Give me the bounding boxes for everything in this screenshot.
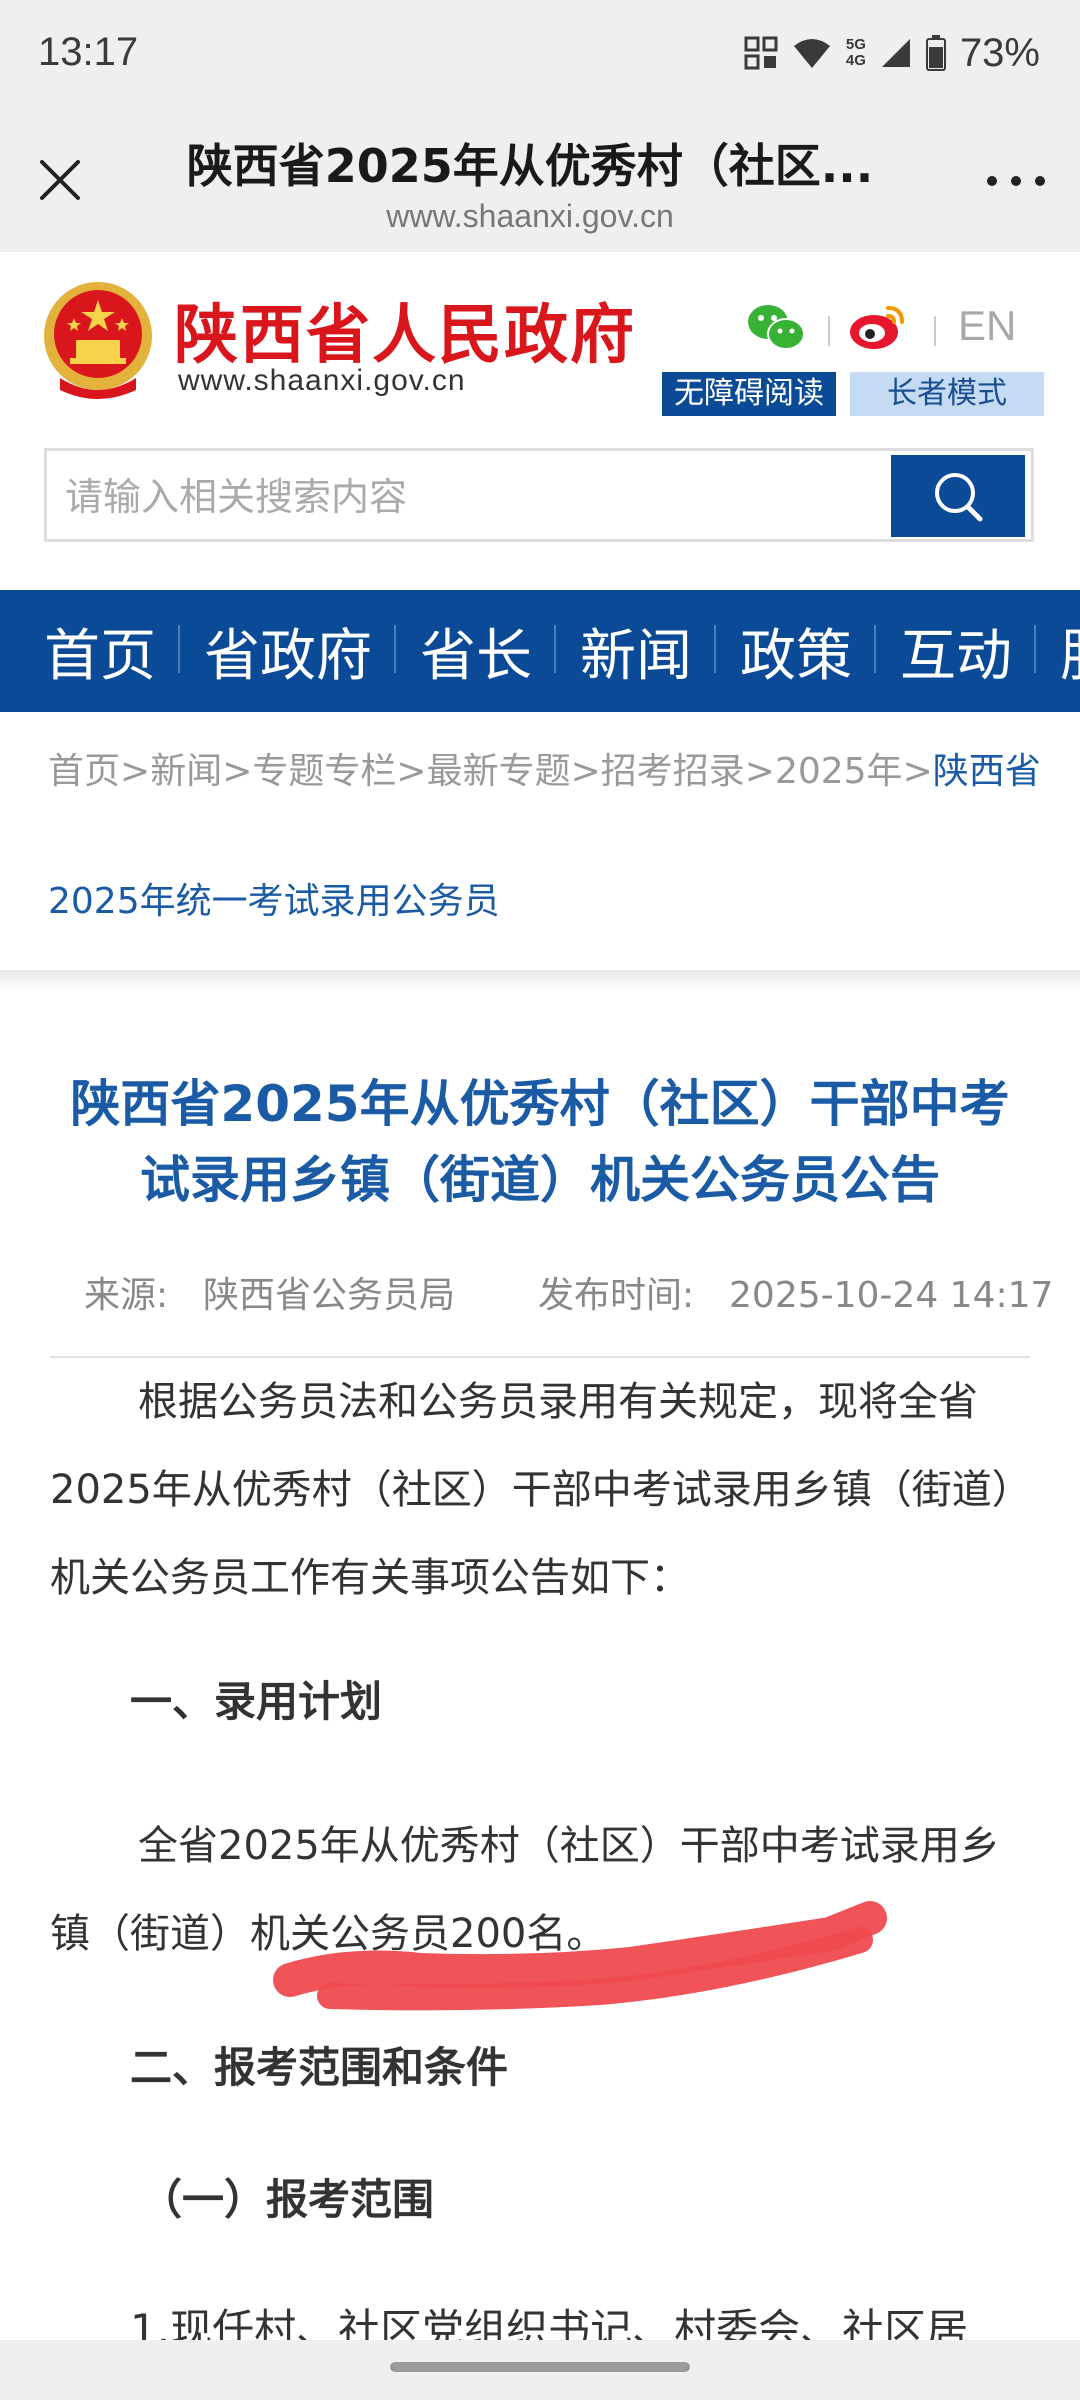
breadcrumb-item-year[interactable]: 2025年 (775, 751, 903, 792)
breadcrumb-item-news[interactable]: 新闻 (150, 751, 222, 792)
battery-percent: 73% (959, 30, 1040, 75)
navigation-gesture-area (0, 2340, 1080, 2400)
nav-item-home[interactable]: 首页 (44, 611, 180, 692)
breadcrumb-item-recruitment[interactable]: 招考招录 (601, 751, 745, 792)
article-paragraph: 根据公务员法和公务员录用有关规定，现将全省2025年从优秀村（社区）干部中考试录… (50, 1379, 1012, 1601)
status-bar: 13:17 5G 4G 73% (0, 0, 1080, 110)
nav-item-government[interactable]: 省政府 (204, 611, 396, 692)
page-title: 陕西省2025年从优秀村（社区... (186, 139, 874, 193)
published-time: 2025-10-24 14:17 (729, 1275, 1054, 1316)
wechat-icon[interactable] (746, 302, 806, 354)
english-link[interactable]: EN (958, 302, 1016, 350)
search-box (44, 448, 1034, 542)
breadcrumb-line: 首页>新闻>专题专栏>最新专题>招考招录>2025年>陕西省 (48, 740, 1041, 804)
close-button[interactable] (28, 148, 92, 212)
nfc-icon (744, 36, 778, 70)
signal-icon (881, 39, 910, 67)
header-shadow (0, 970, 1080, 990)
more-menu-button[interactable] (980, 156, 1052, 206)
site-name[interactable]: 陕西省人民政府 (174, 284, 636, 376)
national-emblem-icon[interactable] (40, 278, 156, 402)
breadcrumb-separator: > (570, 751, 601, 792)
breadcrumb-separator: > (744, 751, 775, 792)
gesture-handle[interactable] (390, 2362, 690, 2372)
sub-section-heading: （一）报考范围 (140, 2175, 435, 2224)
site-header: 陕西省人民政府 www.shaanxi.gov.cn EN 无障碍阅读 长者模式 (0, 252, 1080, 588)
article-source: 陕西省公务员局 (203, 1275, 456, 1316)
section-heading: 二、报考范围和条件 (130, 2043, 509, 2092)
elder-mode-button[interactable]: 长者模式 (850, 372, 1044, 416)
page-url: www.shaanxi.gov.cn (386, 198, 674, 234)
breadcrumb-separator: > (222, 751, 253, 792)
status-icons: 5G 4G 73% (744, 28, 1040, 78)
weibo-icon[interactable] (848, 300, 908, 352)
published-label: 发布时间: (537, 1275, 695, 1316)
search-button[interactable] (891, 455, 1025, 537)
nav-item-service[interactable]: 服务 (1060, 611, 1080, 692)
browser-title-bar: 陕西省2025年从优秀村（社区... www.shaanxi.gov.cn (0, 110, 1080, 252)
nav-item-governor[interactable]: 省长 (420, 611, 556, 692)
search-icon (935, 473, 983, 522)
separator (934, 316, 936, 346)
red-highlight-stroke (273, 1901, 887, 2011)
breadcrumb-item-special[interactable]: 专题专栏 (252, 751, 396, 792)
site-url: www.shaanxi.gov.cn (178, 364, 466, 397)
breadcrumb-separator: > (396, 751, 427, 792)
battery-icon (925, 35, 946, 71)
separator (828, 316, 830, 346)
close-icon (40, 160, 80, 200)
nav-item-interaction[interactable]: 互动 (900, 611, 1036, 692)
breadcrumb-item-current[interactable]: 陕西省 (933, 751, 1041, 792)
breadcrumb-item-home[interactable]: 首页 (48, 751, 120, 792)
main-nav: 首页 省政府 省长 新闻 政策 互动 服务 (0, 590, 1080, 712)
section-heading: 一、录用计划 (130, 1677, 383, 1726)
accessibility-button[interactable]: 无障碍阅读 (662, 372, 836, 416)
wifi-icon (793, 39, 830, 68)
network-type: 5G 4G (845, 36, 866, 69)
breadcrumb-separator: > (120, 751, 151, 792)
source-label: 来源: (84, 1275, 169, 1316)
article-title: 陕西省2025年从优秀村（社区）干部中考试录用乡镇（街道）机关公务员公告 (70, 1075, 1010, 1209)
breadcrumb-item-current-continued[interactable]: 2025年统一考试录用公务员 (48, 870, 500, 934)
breadcrumb-separator: > (902, 751, 933, 792)
more-icon (987, 176, 1045, 186)
nav-item-news[interactable]: 新闻 (580, 611, 716, 692)
article-meta: 来源: 陕西省公务员局 发布时间: 2025-10-24 14:17 (84, 1266, 1053, 1318)
nav-list: 首页 省政府 省长 新闻 政策 互动 服务 (0, 590, 1080, 712)
nav-item-policy[interactable]: 政策 (740, 611, 876, 692)
status-time: 13:17 (38, 30, 139, 74)
search-input[interactable] (63, 463, 867, 531)
breadcrumb-item-latest[interactable]: 最新专题 (427, 751, 571, 792)
